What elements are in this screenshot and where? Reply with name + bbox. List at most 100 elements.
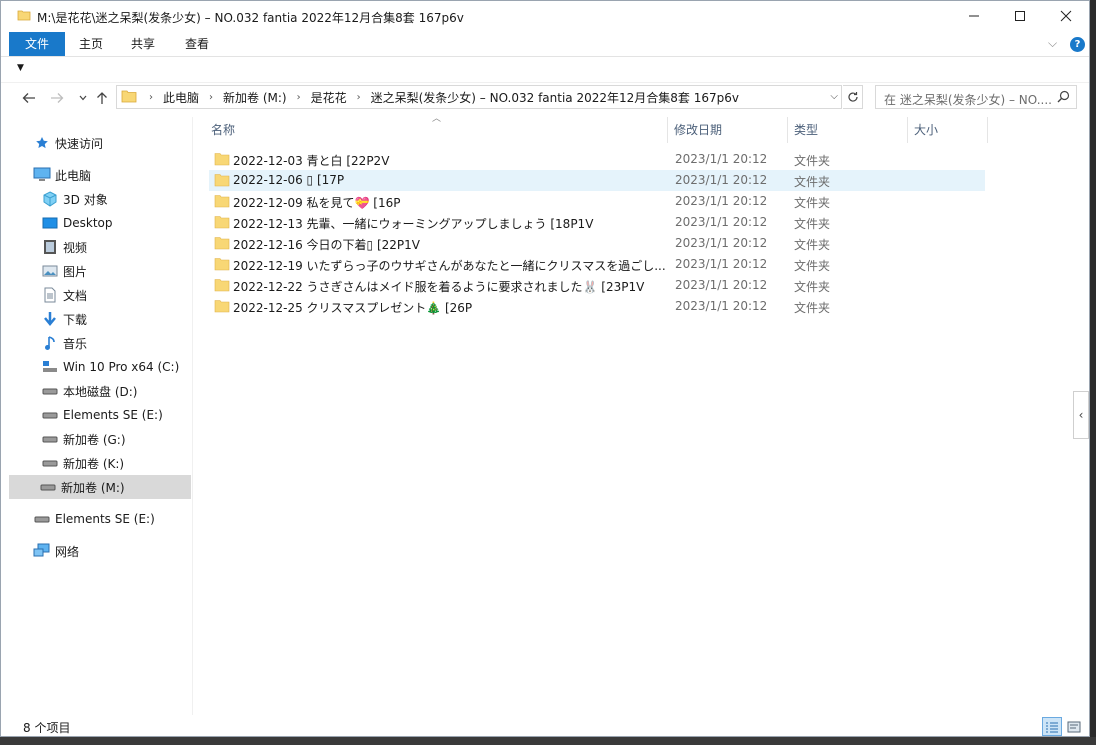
- list-item[interactable]: 2022-12-09 私を見て💝 [16P 2023/1/1 20:12 文件夹: [209, 191, 985, 212]
- drive-icon: [41, 407, 59, 423]
- nav-label: 此电脑: [55, 168, 92, 183]
- chevron-down-icon: [79, 95, 87, 101]
- address-dropdown-icon[interactable]: ⌵: [830, 91, 838, 102]
- nav-label: 文档: [63, 288, 88, 303]
- nav-label: 本地磁盘 (D:): [63, 384, 138, 399]
- large-icons-view-button[interactable]: [1064, 717, 1084, 736]
- breadcrumb-drive-m[interactable]: 新加卷 (M:): [223, 89, 287, 106]
- list-item[interactable]: 2022-12-06 ▯ [17P 2023/1/1 20:12 文件夹: [209, 170, 985, 191]
- computer-icon: [33, 167, 51, 183]
- column-header-type[interactable]: 类型: [788, 117, 908, 143]
- nav-label: 网络: [55, 544, 80, 559]
- nav-drive-d[interactable]: 本地磁盘 (D:): [41, 379, 137, 403]
- file-modified: 2023/1/1 20:12: [675, 194, 768, 208]
- nav-label: Desktop: [63, 216, 113, 230]
- list-item[interactable]: 2022-12-19 いたずらっ子のウサギさんがあなたと一緒にクリスマスを過ごし…: [209, 254, 985, 275]
- expand-ribbon-icon[interactable]: ⌵: [1048, 36, 1057, 51]
- nav-label: 新加卷 (G:): [63, 432, 126, 447]
- breadcrumb-separator-icon[interactable]: ›: [149, 92, 153, 103]
- breadcrumb-separator-icon[interactable]: ›: [297, 92, 301, 103]
- breadcrumb-separator-icon[interactable]: ›: [357, 92, 361, 103]
- nav-videos[interactable]: 视频: [41, 235, 87, 259]
- breadcrumb-current-folder[interactable]: 迷之呆梨(发条少女) – NO.032 fantia 2022年12月合集8套 …: [371, 89, 739, 106]
- nav-drive-m[interactable]: 新加卷 (M:): [9, 475, 191, 499]
- navigation-pane: 快速访问 此电脑 3D 对象 Desktop 视频 图片 文档 下载 音乐 Wi…: [1, 117, 193, 715]
- nav-network[interactable]: 网络: [33, 539, 79, 563]
- folder-icon: [214, 194, 230, 211]
- file-type: 文件夹: [794, 196, 831, 210]
- download-icon: [41, 311, 59, 327]
- maximize-button[interactable]: [997, 1, 1043, 31]
- folder-icon: [214, 278, 230, 295]
- breadcrumb-separator-icon[interactable]: ›: [209, 92, 213, 103]
- video-icon: [41, 239, 59, 255]
- nav-quick-access[interactable]: 快速访问: [33, 131, 103, 155]
- customize-toolbar-icon[interactable]: ▼: [17, 63, 24, 73]
- nav-label: 视频: [63, 240, 88, 255]
- minimize-button[interactable]: [951, 1, 997, 31]
- nav-elements-se[interactable]: Elements SE (E:): [33, 507, 155, 531]
- file-name: 2022-12-16 今日の下着▯ [22P1V: [233, 238, 421, 252]
- list-item[interactable]: 2022-12-03 青と白 [22P2V 2023/1/1 20:12 文件夹: [209, 149, 985, 170]
- breadcrumb-this-pc[interactable]: 此电脑: [163, 89, 199, 106]
- nav-this-pc[interactable]: 此电脑: [33, 163, 91, 187]
- file-type: 文件夹: [794, 259, 831, 273]
- nav-pictures[interactable]: 图片: [41, 259, 87, 283]
- desktop-icon: [41, 215, 59, 231]
- navigation-bar: › 此电脑 › 新加卷 (M:) › 是花花 › 迷之呆梨(发条少女) – NO.032…: [1, 83, 1089, 113]
- nav-3d-objects[interactable]: 3D 对象: [41, 187, 108, 211]
- drive-icon: [39, 479, 57, 495]
- nav-documents[interactable]: 文档: [41, 283, 87, 307]
- forward-button[interactable]: [47, 87, 67, 109]
- help-icon[interactable]: ?: [1070, 37, 1085, 52]
- nav-drive-c[interactable]: Win 10 Pro x64 (C:): [41, 355, 179, 379]
- network-icon: [33, 543, 51, 559]
- search-input[interactable]: 在 迷之呆梨(发条少女) – NO....: [884, 91, 1054, 108]
- breadcrumb-folder[interactable]: 是花花: [311, 89, 347, 106]
- nav-label: Win 10 Pro x64 (C:): [63, 360, 180, 374]
- file-type: 文件夹: [794, 154, 831, 168]
- recent-locations-button[interactable]: [73, 87, 93, 109]
- item-count: 8 个项目: [23, 721, 71, 735]
- nav-music[interactable]: 音乐: [41, 331, 87, 355]
- folder-icon: [214, 152, 230, 169]
- nav-drive-e[interactable]: Elements SE (E:): [41, 403, 163, 427]
- file-type: 文件夹: [794, 301, 831, 315]
- nav-label: 图片: [63, 264, 88, 279]
- preview-pane-toggle[interactable]: ‹: [1073, 391, 1089, 439]
- column-header-size[interactable]: 大小: [908, 117, 988, 143]
- column-header-modified[interactable]: 修改日期: [668, 117, 788, 143]
- search-box[interactable]: 在 迷之呆梨(发条少女) – NO....: [875, 85, 1077, 109]
- refresh-icon: [847, 92, 858, 102]
- close-button[interactable]: [1043, 1, 1089, 31]
- status-bar: 8 个项目: [1, 715, 1089, 736]
- nav-label: 新加卷 (M:): [61, 480, 125, 495]
- file-modified: 2023/1/1 20:12: [675, 152, 768, 166]
- details-view-button[interactable]: [1042, 717, 1062, 736]
- picture-icon: [41, 263, 59, 279]
- tab-view[interactable]: 查看: [171, 32, 223, 56]
- list-item[interactable]: 2022-12-16 今日の下着▯ [22P1V 2023/1/1 20:12 …: [209, 233, 985, 254]
- list-item[interactable]: 2022-12-25 クリスマスプレゼント🎄 [26P 2023/1/1 20:…: [209, 296, 985, 317]
- address-bar[interactable]: › 此电脑 › 新加卷 (M:) › 是花花 › 迷之呆梨(发条少女) – NO.032…: [116, 85, 842, 109]
- list-item[interactable]: 2022-12-13 先輩、一緒にウォーミングアップしましょう [18P1V 2…: [209, 212, 985, 233]
- refresh-button[interactable]: [843, 85, 863, 109]
- tab-file[interactable]: 文件: [9, 32, 65, 56]
- file-modified: 2023/1/1 20:12: [675, 173, 768, 187]
- list-item[interactable]: 2022-12-22 うさぎさんはメイド服を着るように要求されました🐰 [23P…: [209, 275, 985, 296]
- nav-desktop[interactable]: Desktop: [41, 211, 113, 235]
- tab-home[interactable]: 主页: [67, 32, 115, 56]
- tab-share[interactable]: 共享: [119, 32, 167, 56]
- nav-downloads[interactable]: 下载: [41, 307, 87, 331]
- drive-icon: [41, 431, 59, 447]
- up-button[interactable]: [92, 87, 112, 109]
- nav-label: 下载: [63, 312, 88, 327]
- back-button[interactable]: [19, 87, 39, 109]
- file-type: 文件夹: [794, 217, 831, 231]
- file-name: 2022-12-03 青と白 [22P2V: [233, 154, 390, 168]
- search-icon[interactable]: [1057, 90, 1070, 106]
- folder-icon: [121, 88, 137, 107]
- nav-drive-k[interactable]: 新加卷 (K:): [41, 451, 124, 475]
- column-header-name[interactable]: 名称: [205, 117, 668, 143]
- nav-drive-g[interactable]: 新加卷 (G:): [41, 427, 126, 451]
